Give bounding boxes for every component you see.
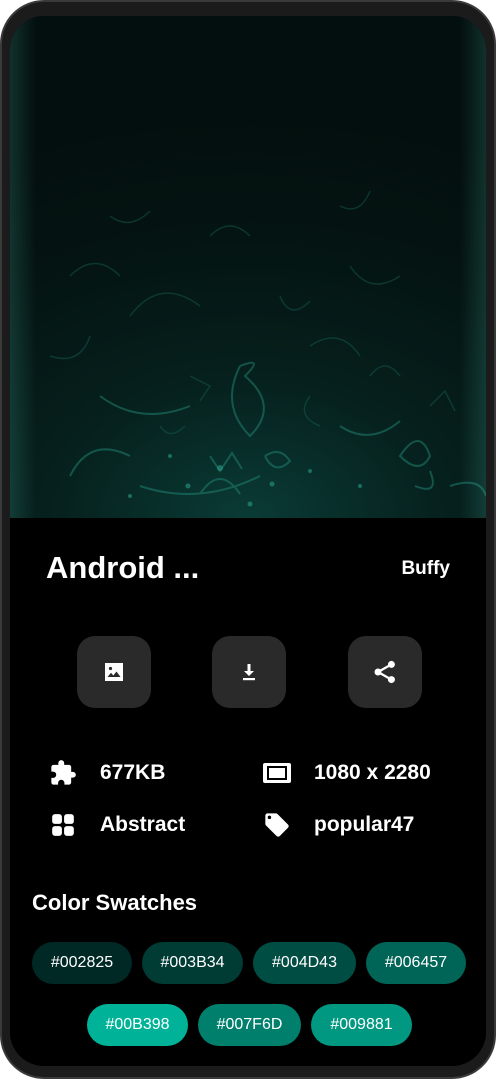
swatch-chip[interactable]: #009881 [311,1004,412,1046]
swatch-chip[interactable]: #003B34 [142,942,243,984]
wallpaper-title: Android ... [46,550,200,585]
file-size-value: 677KB [100,761,166,784]
tag-value: popular47 [314,813,415,836]
swatch-chip[interactable]: #004D43 [253,942,356,984]
details-sheet: Android ... Buffy 677KB 1080 x 2280 Abst… [10,518,486,1066]
resolution-icon [262,758,292,788]
category-value: Abstract [100,813,186,836]
swatch-chip[interactable]: #007F6D [198,1004,301,1046]
share-icon [374,660,395,684]
tag-icon [262,810,292,840]
download-icon [243,664,255,681]
puzzle-icon [48,758,78,788]
share-button[interactable] [348,636,422,708]
set-wallpaper-button[interactable] [77,636,151,708]
category-icon [48,810,78,840]
resolution-value: 1080 x 2280 [314,761,431,784]
download-button[interactable] [212,636,286,708]
resolution-info: 1080 x 2280 [262,758,431,788]
category-info[interactable]: Abstract [48,810,185,840]
edge-glow-right [460,16,486,518]
wallpaper-preview[interactable] [10,16,486,518]
wallpaper-pattern [49,190,486,507]
color-swatches-heading: Color Swatches [32,890,198,915]
tag-info[interactable]: popular47 [262,810,414,840]
author-link[interactable]: Buffy [401,558,450,580]
phone-frame: Android ... Buffy 677KB 1080 x 2280 Abst… [0,0,496,1079]
image-icon [105,663,123,681]
screen: Android ... Buffy 677KB 1080 x 2280 Abst… [10,16,486,1066]
swatch-chip[interactable]: #00B398 [87,1004,188,1046]
file-size-info: 677KB [48,758,165,788]
swatch-chip[interactable]: #002825 [32,942,132,984]
edge-glow-left [10,16,36,518]
swatch-chip[interactable]: #006457 [366,942,466,984]
